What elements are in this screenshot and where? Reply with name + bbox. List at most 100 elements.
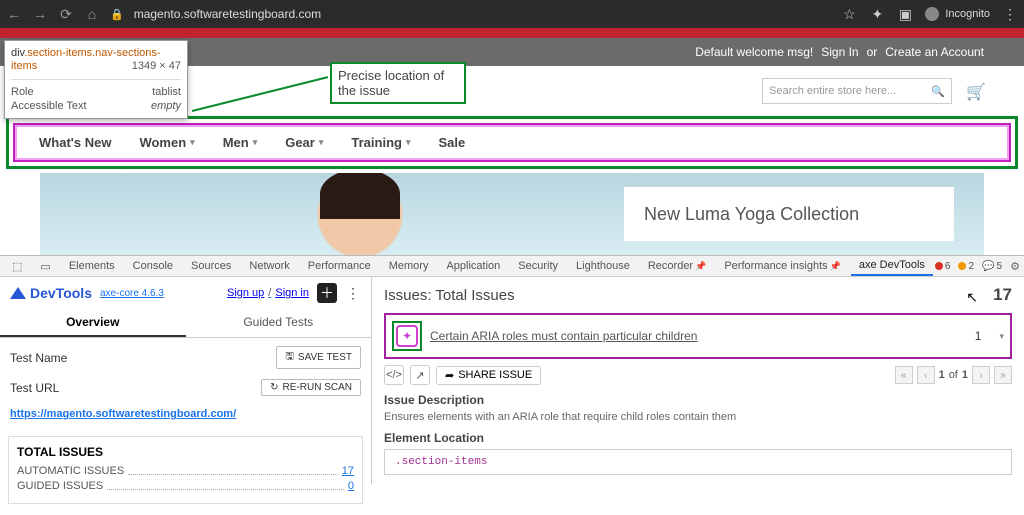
error-count-badge[interactable]: 6 xyxy=(935,261,951,272)
cursor-icon: ↖ xyxy=(966,289,978,306)
pager-last[interactable]: » xyxy=(994,366,1012,384)
save-test-button[interactable]: 🖫SAVE TEST xyxy=(276,346,361,369)
browser-toolbar: ← → ⟳ ⌂ 🔒 magento.softwaretestingboard.c… xyxy=(0,0,1024,28)
pin-icon: 📌 xyxy=(830,261,841,271)
pager-total: 1 xyxy=(962,369,968,381)
menu-icon[interactable]: ⋮ xyxy=(1002,6,1018,22)
devtools-tab-sources[interactable]: Sources xyxy=(183,257,239,275)
refresh-icon: ↻ xyxy=(270,382,278,393)
kebab-menu[interactable]: ⋮ xyxy=(345,285,361,302)
demo-banner xyxy=(0,28,1024,38)
search-input[interactable]: Search entire store here... 🔍 xyxy=(762,78,952,104)
stop-icon[interactable]: ▣ xyxy=(897,6,913,22)
tab-overview[interactable]: Overview xyxy=(0,309,186,337)
axe-version[interactable]: axe-core 4.6.3 xyxy=(100,288,164,299)
info-count-badge[interactable]: 💬5 xyxy=(982,261,1002,272)
search-icon[interactable]: 🔍 xyxy=(931,85,945,98)
axe-main-panel: ↖ Issues: Total Issues 17 ✦ Certain ARIA… xyxy=(372,277,1024,484)
reload-icon[interactable]: ⟳ xyxy=(58,6,74,22)
totals-card: TOTAL ISSUES AUTOMATIC ISSUES17 GUIDED I… xyxy=(8,436,363,504)
nav-men[interactable]: Men▾ xyxy=(223,135,258,150)
back-icon[interactable]: ← xyxy=(6,6,22,22)
totals-title: TOTAL ISSUES xyxy=(17,445,354,459)
main-nav: What's New Women▾ Men▾ Gear▾ Training▾ S… xyxy=(13,123,1011,162)
chevron-down-icon: ▾ xyxy=(319,137,324,148)
issue-title[interactable]: Certain ARIA roles must contain particul… xyxy=(430,329,967,343)
devtools-tab-memory[interactable]: Memory xyxy=(381,257,437,275)
element-location-code[interactable]: .section-items xyxy=(384,449,1012,475)
tab-guided-tests[interactable]: Guided Tests xyxy=(186,309,372,337)
forward-icon[interactable]: → xyxy=(32,6,48,22)
share-issue-button[interactable]: ➦SHARE ISSUE xyxy=(436,366,541,385)
annotation-label: Precise location of the issue xyxy=(330,62,466,104)
create-account-link[interactable]: Create an Account xyxy=(885,45,984,59)
nav-women[interactable]: Women▾ xyxy=(139,135,194,150)
axe-sidebar: DevTools axe-core 4.6.3 Sign up/Sign in … xyxy=(0,277,372,484)
element-inspector-tooltip: div.section-items.nav-sections-items 134… xyxy=(4,40,188,119)
code-icon[interactable]: </> xyxy=(384,365,404,385)
test-url-label: Test URL xyxy=(10,381,261,395)
share-icon: ➦ xyxy=(445,369,454,382)
search-placeholder: Search entire store here... xyxy=(769,85,931,97)
add-button[interactable]: ＋ xyxy=(317,283,337,303)
guided-issues-count[interactable]: 0 xyxy=(348,480,354,492)
axe-subtabs: Overview Guided Tests xyxy=(0,309,371,338)
devtools-tab-console[interactable]: Console xyxy=(125,257,181,275)
home-icon[interactable]: ⌂ xyxy=(84,6,100,22)
pin-icon: 📌 xyxy=(695,261,706,271)
nav-training[interactable]: Training▾ xyxy=(351,135,410,150)
issue-count: 1 xyxy=(975,329,982,343)
pager-prev[interactable]: ‹ xyxy=(917,366,935,384)
warning-count-badge[interactable]: 2 xyxy=(958,261,974,272)
nav-gear[interactable]: Gear▾ xyxy=(285,135,323,150)
issue-row[interactable]: ✦ Certain ARIA roles must contain partic… xyxy=(384,313,1012,359)
devtools-tab-application[interactable]: Application xyxy=(438,257,508,275)
sign-in-link-axe[interactable]: Sign in xyxy=(275,287,309,299)
welcome-message: Default welcome msg! xyxy=(695,45,813,59)
issue-description-text: Ensures elements with an ARIA role that … xyxy=(384,411,1012,423)
devtools-tab-performance[interactable]: Performance xyxy=(300,257,379,275)
devtools-tab-lighthouse[interactable]: Lighthouse xyxy=(568,257,638,275)
gear-icon[interactable]: ⚙ xyxy=(1010,260,1020,273)
axe-logo-icon xyxy=(10,287,26,299)
hero-image xyxy=(300,179,420,255)
devtools-tab-axe[interactable]: axe DevTools xyxy=(851,256,933,276)
sign-in-link[interactable]: Sign In xyxy=(821,45,858,59)
rerun-scan-button[interactable]: ↻RE-RUN SCAN xyxy=(261,379,361,396)
automatic-issues-count[interactable]: 17 xyxy=(342,465,354,477)
pager-next[interactable]: › xyxy=(972,366,990,384)
guided-issues-label: GUIDED ISSUES xyxy=(17,480,103,492)
nav-sale[interactable]: Sale xyxy=(438,135,465,150)
star-icon[interactable]: ☆ xyxy=(841,6,857,22)
test-url-link[interactable]: https://magento.softwaretestingboard.com… xyxy=(10,408,236,420)
devtools-panel: DevTools axe-core 4.6.3 Sign up/Sign in … xyxy=(0,277,1024,484)
chevron-down-icon: ▾ xyxy=(253,137,258,148)
pager-first[interactable]: « xyxy=(895,366,913,384)
pager-current: 1 xyxy=(939,369,945,381)
open-link-icon[interactable]: ↗ xyxy=(410,365,430,385)
save-icon: 🖫 xyxy=(285,349,294,366)
devtools-tab-recorder[interactable]: Recorder📌 xyxy=(640,257,714,275)
devtools-tab-elements[interactable]: Elements xyxy=(61,257,123,275)
issues-heading: Issues: Total Issues xyxy=(384,287,515,304)
inspect-icon[interactable]: ⬚ xyxy=(4,257,30,276)
element-location-heading: Element Location xyxy=(384,431,1012,445)
test-name-label: Test Name xyxy=(10,351,276,365)
issue-pager: « ‹ 1 of 1 › » xyxy=(895,366,1012,384)
extensions-icon[interactable]: ✦ xyxy=(869,6,885,22)
nav-whats-new[interactable]: What's New xyxy=(39,135,111,150)
devtools-tab-perf-insights[interactable]: Performance insights📌 xyxy=(716,257,849,275)
sign-up-link[interactable]: Sign up xyxy=(227,287,264,299)
cart-icon[interactable]: 🛒 xyxy=(966,82,984,100)
chevron-down-icon: ▾ xyxy=(406,137,411,148)
device-icon[interactable]: ▭ xyxy=(32,257,58,276)
devtools-tab-security[interactable]: Security xyxy=(510,257,566,275)
devtools-tab-network[interactable]: Network xyxy=(241,257,297,275)
axe-logo: DevTools xyxy=(10,285,92,301)
address-bar[interactable]: magento.softwaretestingboard.com xyxy=(134,7,832,21)
incognito-badge: Incognito xyxy=(925,7,990,21)
chevron-down-icon[interactable]: ▾ xyxy=(999,331,1004,342)
hero-promo-text: New Luma Yoga Collection xyxy=(624,187,954,241)
hero-banner[interactable]: New Luma Yoga Collection xyxy=(40,173,984,255)
impact-critical-icon: ✦ xyxy=(396,325,418,347)
